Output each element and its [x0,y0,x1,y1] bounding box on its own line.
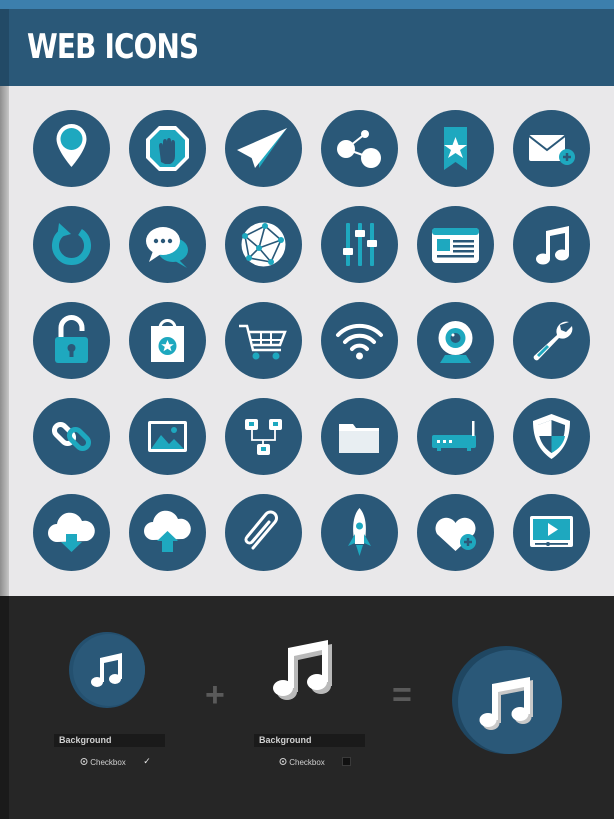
shopping-bag-star-icon[interactable] [129,302,206,379]
result-music-icon [452,646,562,754]
rocket-icon[interactable] [321,494,398,571]
paper-plane-icon[interactable] [225,110,302,187]
sliders-icon[interactable] [321,206,398,283]
webcam-icon[interactable] [417,302,494,379]
layer2-background-label[interactable]: Background [254,734,365,747]
browser-window-icon-glyph [432,228,479,263]
wifi-icon[interactable] [321,302,398,379]
layer2-checkbox-label: Checkbox [279,757,325,768]
webcam-icon-glyph [438,321,473,363]
cloud-download-icon[interactable] [33,494,110,571]
shield-icon[interactable] [513,398,590,475]
bookmark-star-icon[interactable] [417,110,494,187]
refresh-icon-glyph [52,223,91,265]
eye-icon [80,758,88,765]
link-icon-glyph [51,421,92,452]
icon-grid [0,86,614,596]
map-pin-icon-glyph [56,124,87,167]
link-icon[interactable] [33,398,110,475]
image-icon[interactable] [129,398,206,475]
shopping-bag-star-icon-glyph [151,319,184,362]
plus-sign: + [205,676,225,714]
network-nodes-icon[interactable] [225,398,302,475]
mail-add-icon-glyph [528,135,575,165]
music-note-icon-glyph [536,226,569,265]
layer1-checkbox[interactable]: ✓ [143,757,151,766]
paperclip-icon[interactable] [225,494,302,571]
layer1-checkbox-text: Checkbox [90,758,126,767]
folder-icon[interactable] [321,398,398,475]
share-icon[interactable] [321,110,398,187]
cloud-download-icon-glyph [48,512,95,552]
layer2-checkbox[interactable] [342,757,351,766]
shopping-cart-icon-glyph [239,324,287,360]
padlock-icon-glyph [55,315,88,363]
paper-plane-icon-glyph [237,128,287,168]
music-note-icon[interactable] [513,206,590,283]
browser-window-icon[interactable] [417,206,494,283]
chat-bubbles-icon[interactable] [129,206,206,283]
wrench-icon-glyph [533,321,573,361]
video-player-icon[interactable] [513,494,590,571]
wifi-icon-glyph [336,324,383,360]
cloud-upload-icon-glyph [144,510,191,552]
mail-add-icon[interactable] [513,110,590,187]
header-fold [0,9,9,86]
rocket-icon-glyph [348,508,371,556]
demo-side-edge [0,596,9,819]
equals-sign: = [392,676,412,714]
bookmark-star-icon-glyph [444,127,467,170]
globe-network-icon[interactable] [225,206,302,283]
shopping-cart-icon[interactable] [225,302,302,379]
stop-hand-icon[interactable] [129,110,206,187]
map-pin-icon[interactable] [33,110,110,187]
image-icon-glyph [148,421,187,452]
cloud-upload-icon[interactable] [129,494,206,571]
share-icon-glyph [337,130,381,168]
stop-hand-icon-glyph [146,126,189,171]
refresh-icon[interactable] [33,206,110,283]
sliders-icon-glyph [343,223,377,266]
paperclip-icon-glyph [244,510,278,550]
heart-add-icon-glyph [435,517,476,551]
shield-icon-glyph [533,414,570,459]
layer2-note-icon [273,640,332,700]
chat-bubbles-icon-glyph [146,227,188,268]
folder-icon-glyph [339,424,379,453]
layer2-checkbox-text: Checkbox [289,758,325,767]
eye-icon [279,758,287,765]
heart-add-icon[interactable] [417,494,494,571]
layer1-label-text: Background [59,735,112,745]
router-icon[interactable] [417,398,494,475]
layer1-background-label[interactable]: Background [54,734,165,747]
page-title: WEB ICONS [27,27,199,67]
header-banner: WEB ICONS [0,0,614,86]
header-top-band [0,0,614,9]
wrench-icon[interactable] [513,302,590,379]
video-player-icon-glyph [530,516,573,547]
demo-panel: Background Checkbox ✓ + Background Check… [0,596,614,819]
layer2-label-text: Background [259,735,312,745]
router-icon-glyph [432,421,476,451]
layer1-circle-icon [69,632,145,708]
padlock-icon[interactable] [33,302,110,379]
globe-network-icon-glyph [241,222,286,267]
network-nodes-icon-glyph [245,419,282,455]
layer1-checkbox-label: Checkbox [80,757,126,768]
